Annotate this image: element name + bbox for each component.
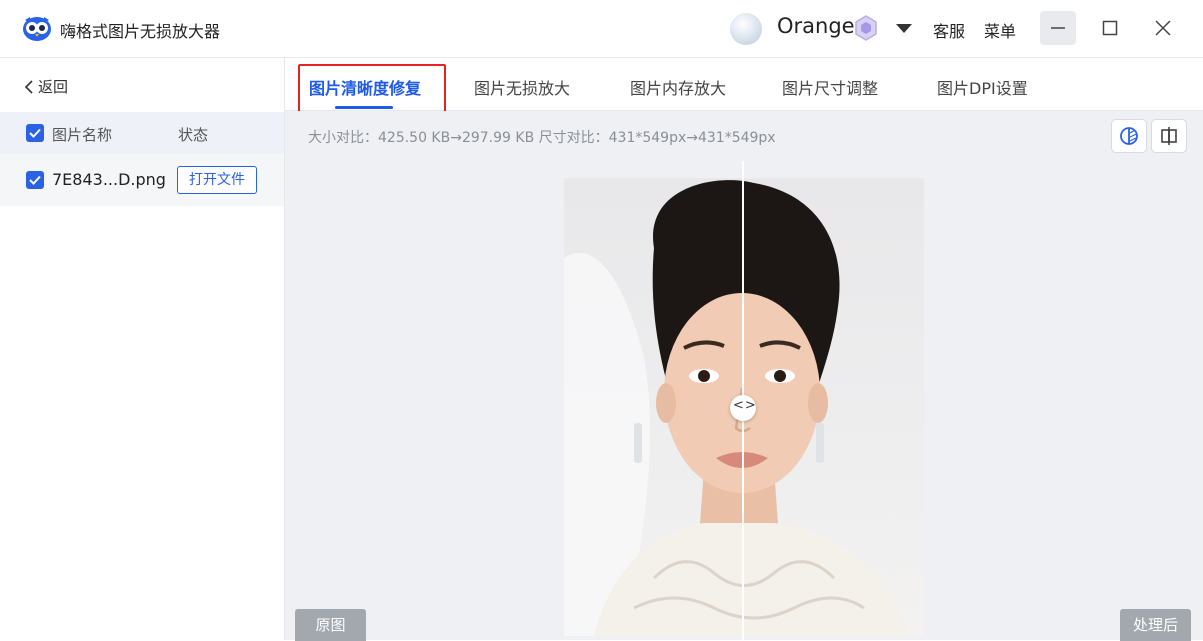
title-bar: 嗨格式图片无损放大器 Orange 客服 菜单 bbox=[0, 0, 1203, 58]
vip-badge-icon bbox=[855, 15, 877, 41]
close-button[interactable] bbox=[1145, 11, 1181, 45]
compare-slider-handle[interactable]: <> bbox=[730, 395, 756, 421]
file-name: 7E843...D.png bbox=[52, 170, 166, 189]
tab-memory-enlarge[interactable]: 图片内存放大 bbox=[630, 75, 726, 99]
back-button[interactable]: 返回 bbox=[24, 76, 68, 97]
compare-info: 大小对比：425.50 KB→297.99 KB 尺寸对比：431*549px→… bbox=[308, 130, 776, 146]
slider-handle-arrows: <> bbox=[733, 398, 757, 413]
chevron-down-icon[interactable] bbox=[894, 20, 914, 36]
checkbox-checked-icon bbox=[29, 128, 41, 138]
menu-link[interactable]: 菜单 bbox=[984, 18, 1016, 42]
open-file-button[interactable]: 打开文件 bbox=[177, 166, 257, 194]
original-image-label: 原图 bbox=[295, 609, 366, 641]
tab-lossless-enlarge[interactable]: 图片无损放大 bbox=[474, 75, 570, 99]
column-header-status: 状态 bbox=[178, 126, 209, 144]
column-header-name: 图片名称 bbox=[52, 126, 113, 144]
select-all-checkbox[interactable] bbox=[26, 124, 44, 142]
app-logo-icon bbox=[23, 17, 51, 41]
file-list-header: 图片名称 状态 bbox=[0, 112, 284, 154]
minimize-button[interactable] bbox=[1040, 11, 1076, 45]
file-list-item[interactable]: 7E843...D.png 打开文件 bbox=[0, 154, 284, 206]
maximize-button[interactable] bbox=[1092, 11, 1128, 45]
close-icon bbox=[1155, 20, 1171, 36]
compare-panel: 大小对比：425.50 KB→297.99 KB 尺寸对比：431*549px→… bbox=[285, 111, 1203, 641]
tab-dpi-settings[interactable]: 图片DPI设置 bbox=[937, 75, 1028, 99]
username[interactable]: Orange bbox=[777, 14, 855, 38]
maximize-icon bbox=[1102, 20, 1118, 36]
minimize-icon bbox=[1051, 27, 1065, 29]
file-sidebar: 返回 图片名称 状态 7E843...D.png 打开文件 bbox=[0, 58, 285, 640]
file-checkbox[interactable] bbox=[26, 171, 44, 189]
side-by-side-button[interactable] bbox=[1151, 119, 1187, 153]
compare-split-icon bbox=[1120, 127, 1138, 145]
chevron-left-icon bbox=[24, 80, 33, 94]
split-view-button[interactable] bbox=[1111, 119, 1147, 153]
app-title: 嗨格式图片无损放大器 bbox=[60, 22, 221, 41]
back-label: 返回 bbox=[38, 78, 69, 96]
compare-side-icon bbox=[1161, 127, 1177, 145]
checkbox-checked-icon bbox=[29, 175, 41, 185]
processed-image-label: 处理后 bbox=[1120, 609, 1191, 641]
user-avatar[interactable] bbox=[730, 13, 762, 45]
customer-service-link[interactable]: 客服 bbox=[933, 18, 965, 42]
tab-size-adjust[interactable]: 图片尺寸调整 bbox=[782, 75, 878, 99]
